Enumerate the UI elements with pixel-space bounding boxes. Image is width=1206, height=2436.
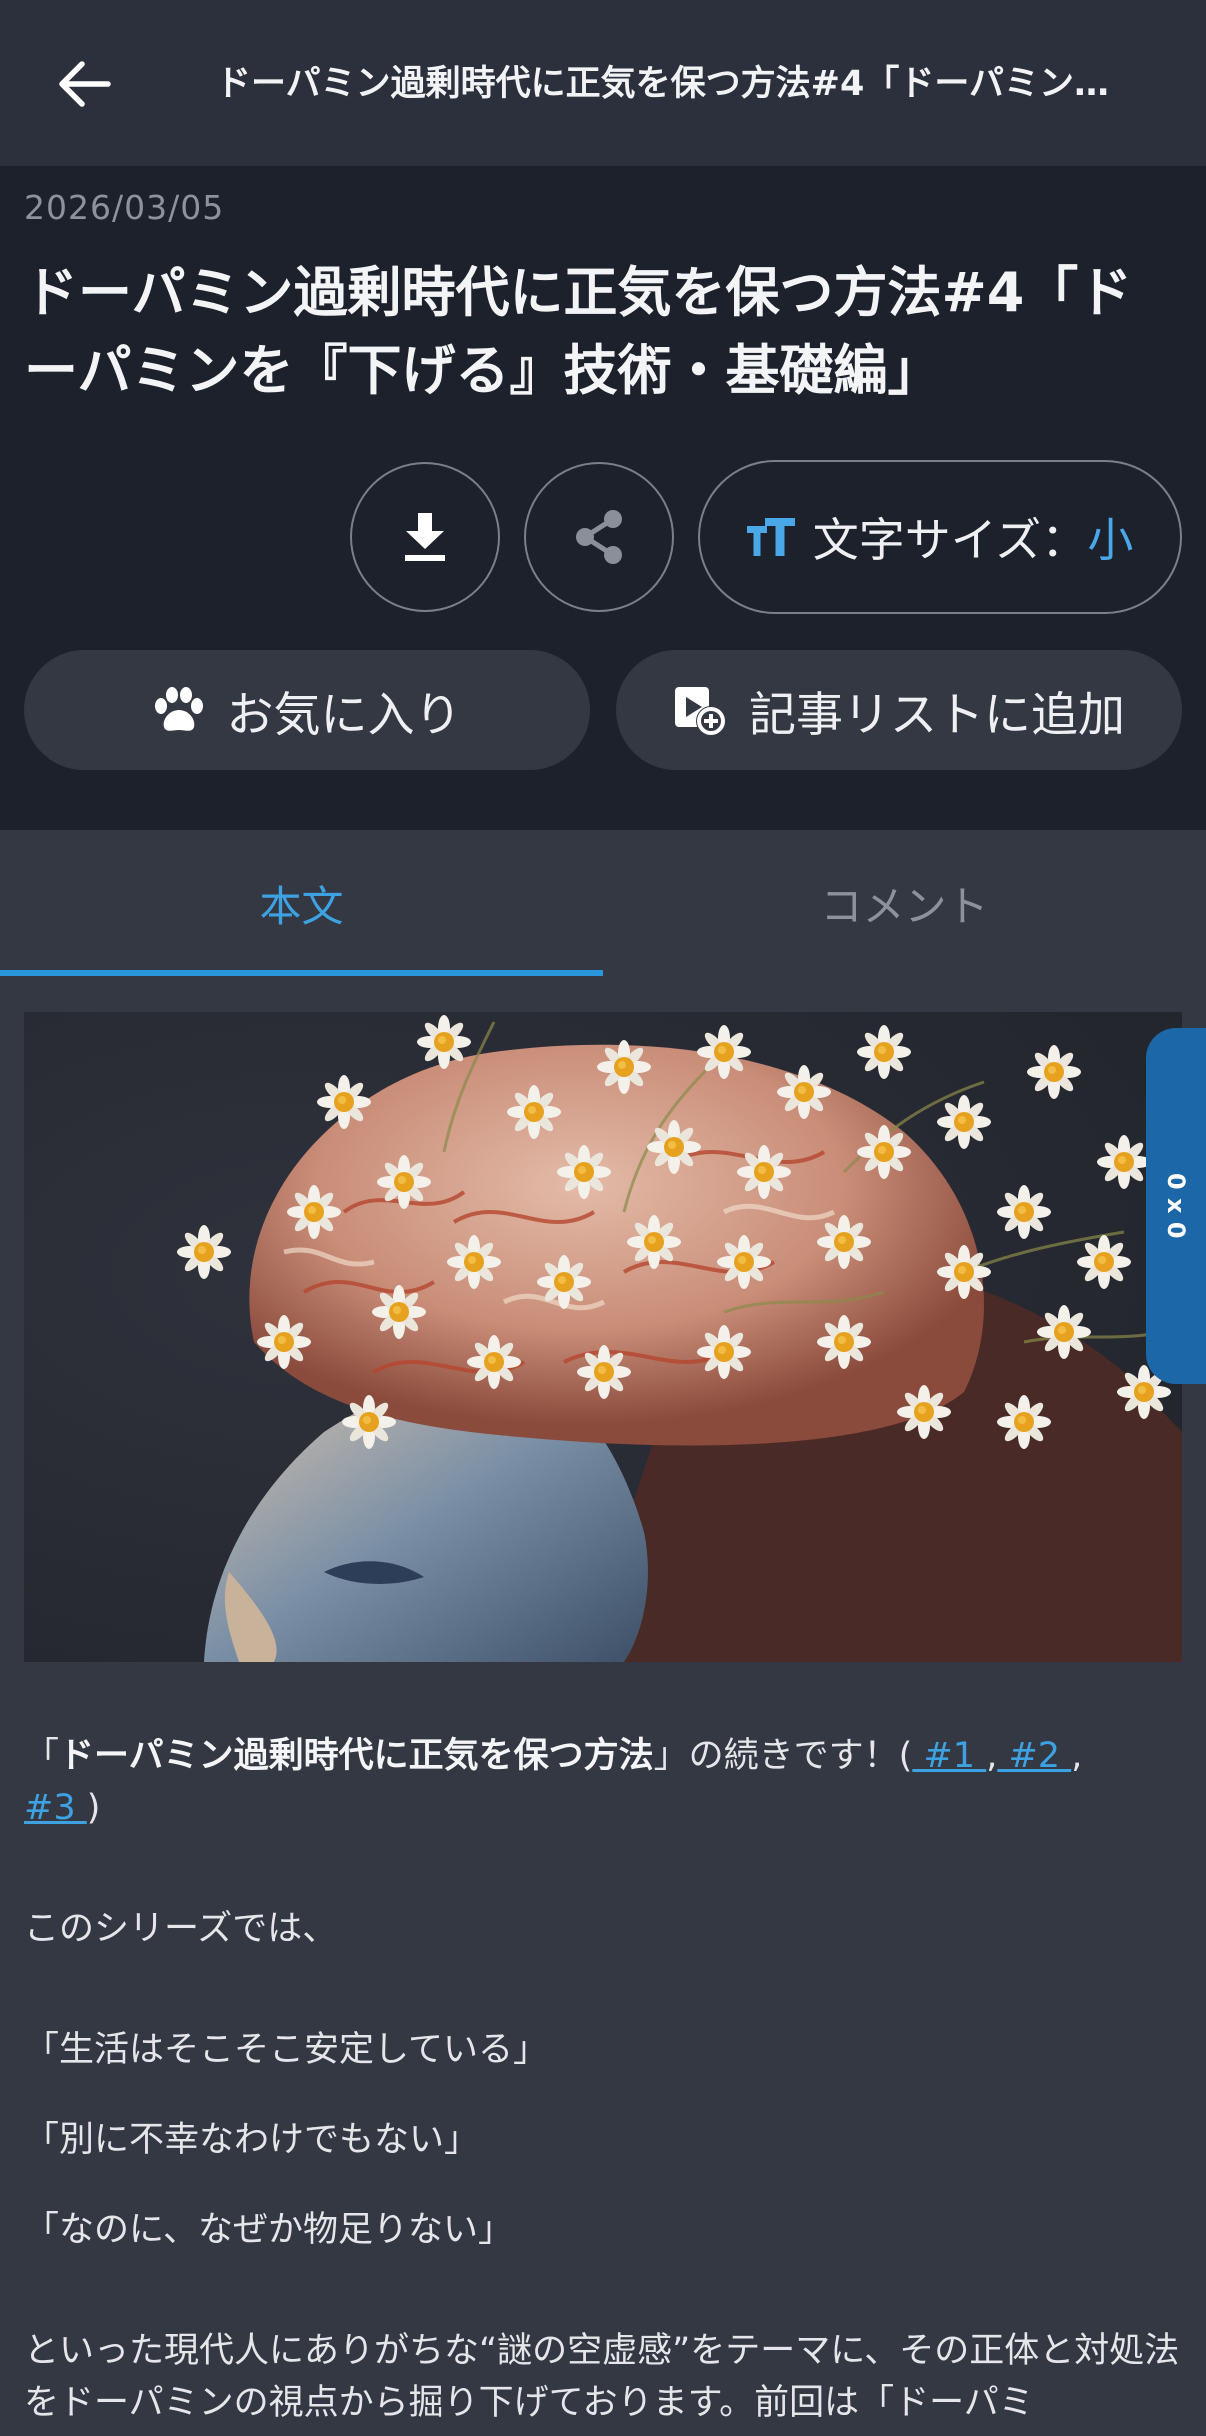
paragraph-description: といった現代人にありがちな“謎の空虚感”をテーマに、その正体と対処法をドーパミン… <box>24 2331 1180 2423</box>
font-size-value: 小 <box>1087 513 1134 567</box>
quote-1: 「生活はそこそこ安定している」 <box>24 2030 548 2070</box>
paw-icon <box>154 687 203 731</box>
download-icon <box>405 513 445 561</box>
intro-prefix: 「 <box>24 1736 60 1776</box>
share-icon <box>576 510 622 564</box>
link-part-2[interactable]: #2 <box>997 1736 1071 1776</box>
side-floating-tab[interactable]: 0 x 0 <box>1146 1028 1206 1384</box>
font-size-label: 文字サイズ： <box>812 513 1088 567</box>
article-date: 2026/03/05 <box>24 188 225 227</box>
side-tab-label: 0 x 0 <box>1162 1173 1190 1239</box>
add-to-list-icon <box>675 687 726 736</box>
download-button[interactable] <box>350 462 500 612</box>
back-arrow-icon <box>59 61 111 107</box>
close-paren: ) <box>86 1788 101 1828</box>
intro-paragraph: 「ドーパミン過剰時代に正気を保つ方法」の続きです！( #1 , #2 , #3 ) <box>24 1730 1184 1834</box>
article-title: ドーパミン過剰時代に正気を保つ方法#4「ドーパミンを『下げる』技術・基礎編」 <box>24 261 1133 402</box>
font-size-button[interactable]: 文字サイズ：小 <box>698 460 1182 614</box>
link-part-3[interactable]: #3 <box>24 1788 87 1828</box>
add-to-list-button[interactable]: 記事リストに追加 <box>616 650 1182 770</box>
separator-1: , <box>986 1736 998 1776</box>
tab-comments[interactable]: コメント <box>603 830 1206 976</box>
separator-2: , <box>1071 1736 1083 1776</box>
favorite-button[interactable]: お気に入り <box>24 650 590 770</box>
add-to-list-label: 記事リストに追加 <box>749 687 1125 743</box>
text-size-icon <box>746 518 795 556</box>
link-part-1[interactable]: #1 <box>912 1736 986 1776</box>
content-tabs: 本文 コメント <box>0 830 1206 976</box>
series-title: ドーパミン過剰時代に正気を保つ方法 <box>59 1736 654 1776</box>
article-header: 2026/03/05 ドーパミン過剰時代に正気を保つ方法#4「ドーパミンを『下げ… <box>0 166 1206 830</box>
paragraph-series-intro: このシリーズでは、 <box>24 1909 338 1949</box>
top-bar: ドーパミン過剰時代に正気を保つ方法#4「ドーパミンを『下げる』技術・基礎編」 <box>0 0 1206 166</box>
intro-suffix: 」の続きです！( <box>653 1736 913 1776</box>
share-button[interactable] <box>524 462 674 612</box>
quote-3: 「なのに、なぜか物足りない」 <box>24 2210 513 2250</box>
back-button[interactable] <box>44 44 124 124</box>
quote-2: 「別に不幸なわけでもない」 <box>24 2120 480 2160</box>
article-hero-image <box>24 1012 1182 1662</box>
tab-body[interactable]: 本文 <box>0 830 603 976</box>
topbar-title: ドーパミン過剰時代に正気を保つ方法#4「ドーパミンを『下げる』技術・基礎編」 <box>216 64 1126 104</box>
article-body: 「ドーパミン過剰時代に正気を保つ方法」の続きです！( #1 , #2 , #3 )… <box>24 1730 1184 2429</box>
favorite-label: お気に入り <box>226 687 462 743</box>
active-tab-indicator <box>0 970 603 976</box>
